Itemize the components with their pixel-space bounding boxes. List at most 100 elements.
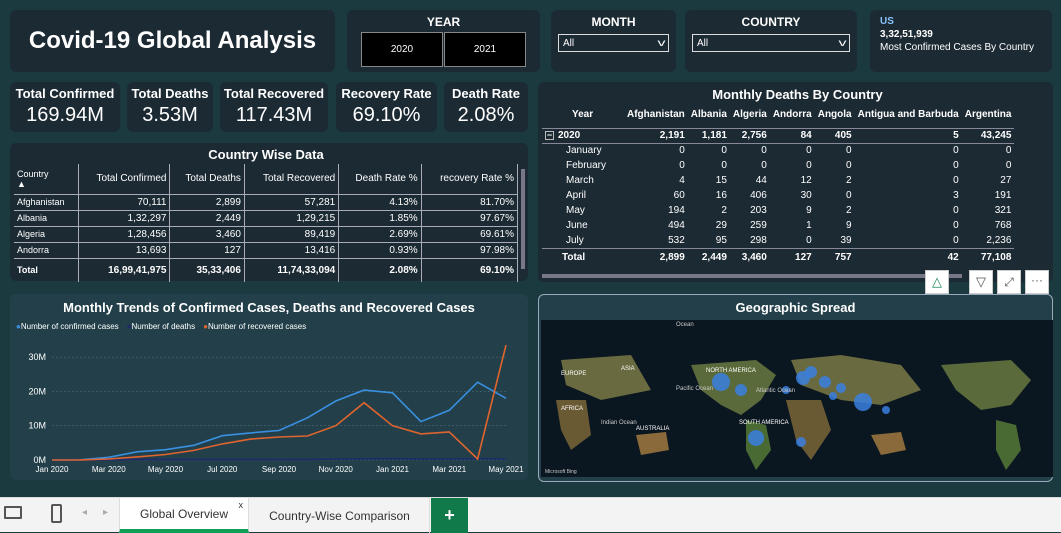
monthly-trends-chart: Monthly Trends of Confirmed Cases, Death… <box>10 294 528 480</box>
tab-global-overview[interactable]: Global Overview x <box>119 498 249 533</box>
column-header[interactable]: Albania <box>688 102 730 128</box>
x-tick-label: Jan 2021 <box>376 465 409 474</box>
country-wise-table: Country Wise Data Country ▲ Total Confirm… <box>10 143 528 282</box>
top-country-name: US <box>880 16 894 27</box>
table-row[interactable]: −2020 2,191 1,181 2,756 84 405 5 43,245 <box>542 127 1015 144</box>
column-header[interactable]: Antigua and Barbuda <box>855 102 962 128</box>
country-wise-grid: Country ▲ Total Confirmed Total Deaths To… <box>14 164 519 282</box>
vertical-scrollbar[interactable] <box>521 169 525 269</box>
focus-mode-icon[interactable]: ⤢ <box>997 270 1021 294</box>
table-header-row: Country ▲ Total Confirmed Total Deaths To… <box>14 164 519 195</box>
horizontal-scrollbar[interactable] <box>542 274 962 278</box>
previous-page-icon[interactable]: ◂ <box>82 507 87 518</box>
map-label: SOUTH AMERICA <box>739 420 789 426</box>
x-tick-label: May 2021 <box>488 465 524 474</box>
monthly-deaths-title: Monthly Deaths By Country <box>712 87 883 102</box>
close-icon[interactable]: x <box>239 500 244 510</box>
data-bubble <box>712 373 730 391</box>
column-header[interactable]: Total Recovered <box>244 164 340 195</box>
year-slicer-title: YEAR <box>426 15 461 29</box>
kpi-label: Total Confirmed <box>15 86 115 101</box>
map-label: Pacific Ocean <box>676 386 713 392</box>
add-page-button[interactable]: + <box>431 498 468 533</box>
map-canvas[interactable]: Ocean ASIA NORTH AMERICA EUROPE Atlantic… <box>541 320 1053 477</box>
column-header[interactable]: Algeria <box>730 102 770 128</box>
table-row[interactable]: Albania 1,32,297 2,449 1,29,215 1.85% 97.67% <box>14 210 519 227</box>
kpi-death-rate: Death Rate 2.08% <box>444 82 528 132</box>
column-header[interactable]: Country ▲ <box>14 164 79 195</box>
column-header[interactable]: Year <box>542 102 624 128</box>
column-header[interactable]: Death Rate % <box>338 164 422 195</box>
kpi-recovery-rate: Recovery Rate 69.10% <box>336 82 437 132</box>
kpi-total-deaths: Total Deaths 3.53M <box>127 82 213 132</box>
data-bubble <box>882 406 890 414</box>
month-dropdown[interactable]: All v <box>558 34 669 52</box>
map-label: AFRICA <box>561 406 583 412</box>
kpi-value: 3.53M <box>142 104 198 126</box>
chart-title: Monthly Trends of Confirmed Cases, Death… <box>63 300 475 315</box>
continent-australia-left <box>636 432 669 455</box>
map-label: Atlantic Ocean <box>756 388 795 394</box>
table-row[interactable]: Algeria 1,28,456 3,460 89,419 2.69% 69.61% <box>14 226 519 243</box>
x-tick-label: Sep 2020 <box>262 465 297 474</box>
top-country-caption: Most Confirmed Cases By Country <box>880 42 1034 53</box>
x-tick-label: Mar 2021 <box>432 465 466 474</box>
kpi-value: 2.08% <box>457 104 515 126</box>
data-bubble <box>829 392 837 400</box>
chevron-down-icon: v <box>657 37 666 49</box>
country-wise-title: Country Wise Data <box>208 147 324 162</box>
year-2021-button[interactable]: 2021 <box>444 32 526 67</box>
continent-north-america-right <box>941 360 1031 410</box>
table-row[interactable]: Afghanistan 70,111 2,899 57,281 4.13% 81.70% <box>14 194 519 211</box>
world-map-svg: Ocean ASIA NORTH AMERICA EUROPE Atlantic… <box>545 322 1031 475</box>
table-row[interactable]: May 194 2 203 9 2 0 321 <box>542 203 1014 218</box>
mobile-view-icon[interactable] <box>51 504 62 523</box>
x-tick-label: May 2020 <box>148 465 184 474</box>
table-row[interactable]: April 60 16 406 30 0 3 191 <box>542 188 1014 203</box>
table-row[interactable]: June 494 29 259 1 9 0 768 <box>542 218 1014 233</box>
chevron-down-icon: v <box>838 37 847 49</box>
collapse-icon[interactable]: − <box>545 131 554 140</box>
top-country-card: US 3,32,51,939 Most Confirmed Cases By C… <box>870 10 1052 72</box>
table-row[interactable]: March 4 15 44 12 2 0 27 <box>542 173 1014 188</box>
line-chart-svg: 0M 10M 20M 30M Jan 2020 Mar 2020 May 2020 Jul 2… <box>28 344 524 474</box>
column-header[interactable]: Argentina <box>962 102 1015 128</box>
continent-africa <box>786 400 831 460</box>
country-dropdown[interactable]: All v <box>692 34 850 52</box>
column-header[interactable]: Afghanistan <box>624 102 688 128</box>
continent-south-america-right <box>996 420 1021 470</box>
tab-label: Global Overview <box>139 506 229 521</box>
monthly-deaths-matrix: Monthly Deaths By Country Year Afghanist… <box>538 82 1053 282</box>
kpi-label: Total Recovered <box>223 86 325 101</box>
table-row[interactable]: July 532 95 298 0 39 0 2,236 <box>542 233 1014 248</box>
kpi-value: 169.94M <box>26 104 104 126</box>
column-header[interactable]: recovery Rate % <box>421 164 519 195</box>
sort-ascending-icon[interactable]: ▲ <box>17 179 26 189</box>
column-header[interactable]: Total Deaths <box>169 164 245 195</box>
table-row[interactable]: Andorra 13,693 127 13,416 0.93% 97.98% <box>14 242 519 259</box>
y-tick-label: 10M <box>28 421 46 431</box>
table-total-row: Total 16,99,41,975 35,33,406 11,74,33,094 2.… <box>14 258 519 282</box>
tab-country-wise-comparison[interactable]: Country-Wise Comparison <box>250 498 430 533</box>
next-page-icon[interactable]: ▸ <box>103 507 108 518</box>
kpi-total-recovered: Total Recovered 117.43M <box>220 82 328 132</box>
filter-icon[interactable]: ▽ <box>969 270 993 294</box>
desktop-view-icon[interactable] <box>4 506 22 519</box>
data-bubble <box>819 376 831 388</box>
table-row[interactable]: January 0 0 0 0 0 0 0 <box>542 143 1014 158</box>
series-line-0 <box>51 381 507 461</box>
column-header[interactable]: Andorra <box>770 102 815 128</box>
tab-label: Country-Wise Comparison <box>269 508 410 523</box>
more-options-icon[interactable]: ··· <box>1025 270 1049 294</box>
kpi-label: Total Deaths <box>131 86 209 101</box>
table-row[interactable]: February 0 0 0 0 0 0 0 <box>542 158 1014 173</box>
continent-asia-left <box>561 355 651 400</box>
column-header[interactable]: Total Confirmed <box>78 164 171 195</box>
warning-icon[interactable]: △ <box>925 270 949 294</box>
kpi-total-confirmed: Total Confirmed 169.94M <box>10 82 120 132</box>
dashboard-title: Covid-19 Global Analysis <box>10 10 335 72</box>
kpi-label: Death Rate <box>452 86 520 101</box>
column-header[interactable]: Angola <box>815 102 855 128</box>
year-2020-button[interactable]: 2020 <box>361 32 443 67</box>
map-credit: Microsoft Bing <box>545 469 577 475</box>
